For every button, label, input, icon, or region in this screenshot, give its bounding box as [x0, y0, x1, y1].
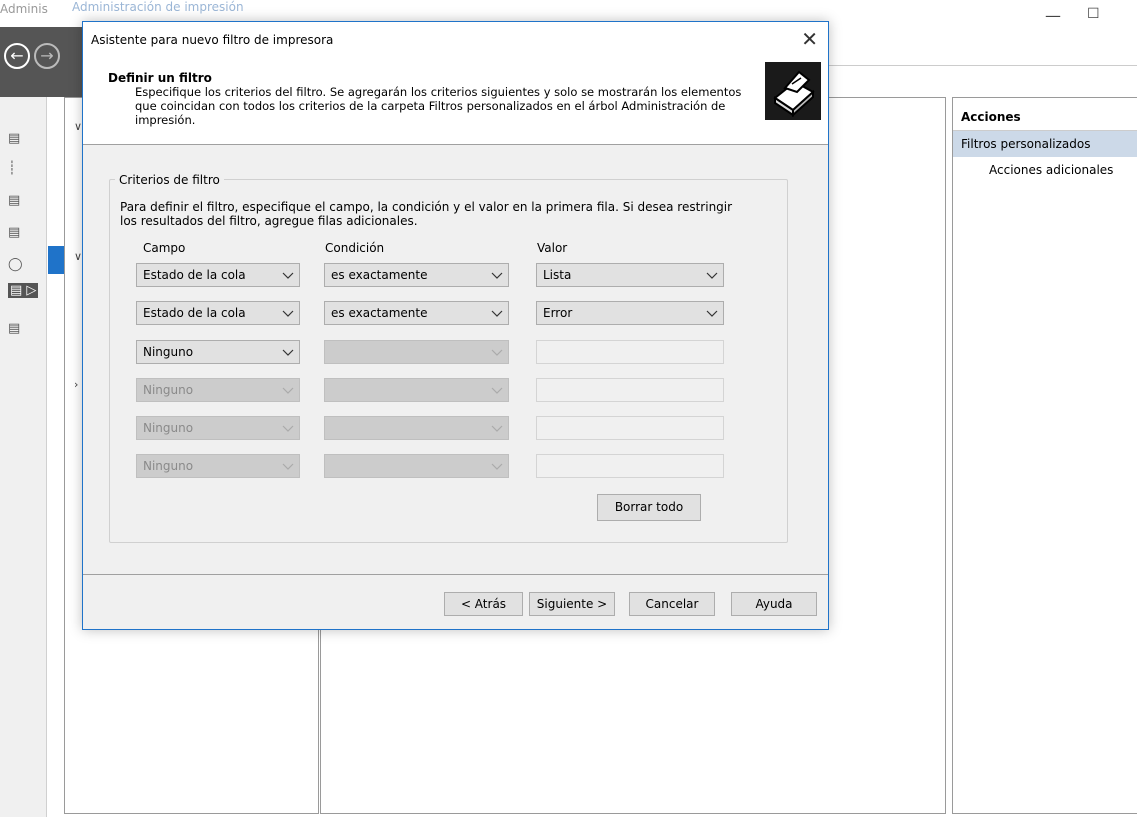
field-select-value: Ninguno: [143, 383, 194, 397]
field-select-row-4: Ninguno: [136, 378, 300, 402]
field-select-row-2[interactable]: Estado de la cola: [136, 301, 300, 325]
tree-node-icon[interactable]: ▤: [8, 321, 20, 336]
value-field-row-6: [536, 454, 724, 478]
field-select-value: Ninguno: [143, 421, 194, 435]
field-select-row-6: Ninguno: [136, 454, 300, 478]
actions-header: Acciones: [953, 104, 1137, 131]
dialog-title: Asistente para nuevo filtro de impresora: [91, 33, 334, 47]
tree-collapse-icon[interactable]: ›: [74, 378, 78, 391]
field-select-row-1[interactable]: Estado de la cola: [136, 263, 300, 287]
value-select-row-2[interactable]: Error: [536, 301, 724, 325]
chevron-down-icon: [282, 310, 294, 317]
chevron-down-icon: [282, 463, 294, 470]
value-select-row-1[interactable]: Lista: [536, 263, 724, 287]
tree-node-icon[interactable]: ┊: [8, 161, 16, 176]
chevron-down-icon: [491, 272, 503, 279]
chevron-down-icon: [282, 387, 294, 394]
chevron-down-icon: [706, 310, 718, 317]
actions-more-actions[interactable]: Acciones adicionales: [953, 157, 1137, 183]
chevron-down-icon: [282, 272, 294, 279]
value-field-row-4: [536, 378, 724, 402]
help-button[interactable]: Ayuda: [731, 592, 817, 616]
actions-section-custom-filters[interactable]: Filtros personalizados: [953, 131, 1137, 157]
dialog-titlebar: Asistente para nuevo filtro de impresora…: [83, 22, 828, 58]
condition-select-value: es exactamente: [331, 268, 428, 282]
chevron-down-icon: [491, 425, 503, 432]
value-field-row-3: [536, 340, 724, 364]
wizard-step-title: Definir un filtro: [108, 71, 212, 85]
maximize-icon[interactable]: ☐: [1087, 6, 1100, 22]
column-header-value: Valor: [537, 241, 568, 255]
background-window-title: Administración de impresión: [72, 0, 244, 14]
footer-divider: [83, 574, 828, 575]
chevron-down-icon: [491, 310, 503, 317]
next-button[interactable]: Siguiente >: [529, 592, 615, 616]
tree-node-icon[interactable]: ◯: [8, 257, 23, 272]
back-button[interactable]: < Atrás: [444, 592, 523, 616]
back-arrow-icon[interactable]: ←: [4, 43, 30, 69]
chevron-down-icon: [282, 349, 294, 356]
tree-node-icon[interactable]: ▤: [8, 193, 20, 208]
condition-select-row-2[interactable]: es exactamente: [324, 301, 509, 325]
forward-arrow-icon[interactable]: →: [34, 43, 60, 69]
value-select-value: Lista: [543, 268, 572, 282]
printer-icon: [765, 62, 821, 120]
condition-select-row-1[interactable]: es exactamente: [324, 263, 509, 287]
close-icon[interactable]: ✕: [801, 27, 818, 51]
filter-criteria-label: Criterios de filtro: [115, 173, 224, 187]
clear-all-button[interactable]: Borrar todo: [597, 494, 701, 521]
chevron-down-icon: [491, 463, 503, 470]
field-select-value: Ninguno: [143, 345, 194, 359]
wizard-step-description: Especifique los criterios del filtro. Se…: [135, 85, 742, 127]
field-select-value: Ninguno: [143, 459, 194, 473]
chevron-down-icon: [491, 349, 503, 356]
tree-expand-icon[interactable]: ∨: [74, 120, 82, 133]
field-select-row-3[interactable]: Ninguno: [136, 340, 300, 364]
wizard-header: Definir un filtro Especifique los criter…: [83, 58, 828, 145]
filter-criteria-description: Para definir el filtro, especifique el c…: [120, 200, 733, 228]
field-select-value: Estado de la cola: [143, 306, 246, 320]
navigation-bar: ← →: [0, 27, 82, 97]
cancel-button[interactable]: Cancelar: [629, 592, 715, 616]
left-icon-strip: ▤ ┊ ▤ ▤ ◯ ▤ ▷ ▤: [0, 27, 47, 817]
field-select-value: Estado de la cola: [143, 268, 246, 282]
tree-expand-icon[interactable]: ∨: [74, 250, 82, 263]
tree-node-icon[interactable]: ▤: [8, 131, 20, 146]
chevron-down-icon: [491, 387, 503, 394]
actions-pane: Acciones Filtros personalizados Acciones…: [952, 97, 1137, 814]
condition-select-row-5: [324, 416, 509, 440]
tree-node-icon[interactable]: ▤: [8, 225, 20, 240]
minimize-icon[interactable]: —: [1045, 6, 1061, 25]
chevron-down-icon: [282, 425, 294, 432]
value-field-row-5: [536, 416, 724, 440]
value-select-value: Error: [543, 306, 573, 320]
new-printer-filter-wizard: Asistente para nuevo filtro de impresora…: [82, 21, 829, 630]
tree-node-icon[interactable]: ▤ ▷: [8, 283, 39, 298]
background-title-fragment: Adminis: [0, 2, 48, 16]
condition-select-row-3: [324, 340, 509, 364]
condition-select-row-6: [324, 454, 509, 478]
condition-select-value: es exactamente: [331, 306, 428, 320]
chevron-down-icon: [706, 272, 718, 279]
condition-select-row-4: [324, 378, 509, 402]
field-select-row-5: Ninguno: [136, 416, 300, 440]
column-header-condition: Condición: [325, 241, 385, 255]
column-header-field: Campo: [143, 241, 186, 255]
